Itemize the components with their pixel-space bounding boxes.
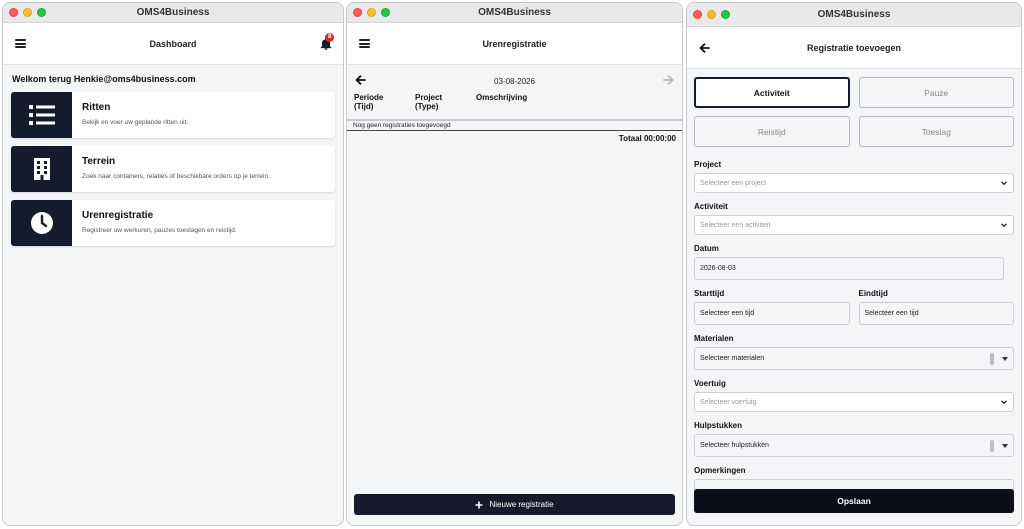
column-header-project: Project (Type): [415, 93, 443, 111]
window-titlebar: OMS4Business: [347, 3, 682, 23]
add-registration-window: OMS4Business Registratie toevoegen Activ…: [686, 2, 1022, 526]
hulpstukken-label: Hulpstukken: [694, 421, 743, 430]
window-controls: [693, 3, 730, 26]
card-urenregistratie[interactable]: Urenregistratie Registreer uw werkuren, …: [11, 200, 335, 246]
clock-icon: [30, 212, 53, 234]
bell-icon: 8: [319, 32, 335, 51]
window-controls: [353, 3, 390, 22]
hamburger-icon: [359, 39, 370, 48]
window-title: OMS4Business: [478, 7, 551, 18]
card-title: Urenregistratie: [82, 210, 154, 221]
previous-day-button[interactable]: [355, 72, 366, 90]
current-date: 03-08-2026: [494, 76, 535, 86]
total-hours: Totaal 00:00:00: [618, 134, 676, 143]
window-title: OMS4Business: [817, 9, 891, 20]
activiteit-select[interactable]: Selecteer een activiteit: [694, 215, 1014, 235]
tab-reistijd[interactable]: Reistijd: [694, 116, 850, 147]
back-button[interactable]: [699, 27, 710, 68]
chevron-down-icon: [1001, 181, 1007, 186]
close-window-button[interactable]: [353, 8, 362, 17]
separator: [990, 439, 994, 452]
page-title: Registratie toevoegen: [806, 42, 902, 53]
card-title: Terrein: [82, 156, 116, 167]
caret-down-icon: [1002, 356, 1008, 361]
starttijd-label: Starttijd: [694, 289, 725, 298]
window-titlebar: OMS4Business: [687, 3, 1021, 27]
new-registration-label: Nieuwe registratie: [489, 500, 554, 509]
card-icon-box: [11, 92, 72, 138]
tab-toeslag[interactable]: Toeslag: [858, 116, 1014, 147]
new-registration-button[interactable]: Nieuwe registratie: [354, 494, 675, 515]
separator: [990, 352, 994, 365]
card-icon-box: [11, 200, 72, 246]
card-terrein[interactable]: Terrein Zoek naar containers, relaties o…: [11, 146, 335, 192]
project-label: Project: [694, 160, 722, 169]
arrow-left-icon: [355, 75, 366, 85]
window-title: OMS4Business: [136, 7, 210, 18]
datum-label: Datum: [694, 244, 719, 253]
time-row: Starttijd Selecteer een tijd Eindtijd Se…: [694, 280, 1014, 325]
chevron-down-icon: [1001, 400, 1007, 405]
materialen-label: Materialen: [694, 334, 734, 343]
activiteit-label: Activiteit: [694, 202, 728, 211]
card-description: Zoek naar containers, relaties of beschi…: [82, 173, 270, 180]
chevron-down-icon: [1001, 223, 1007, 228]
page-title: Dashboard: [149, 38, 197, 49]
card-description: Registreer uw werkuren, pauzes toeslagen…: [82, 227, 237, 234]
plus-icon: [475, 501, 483, 508]
minimize-window-button[interactable]: [367, 8, 376, 17]
list-icon: [28, 105, 55, 125]
voertuig-label: Voertuig: [694, 379, 726, 388]
building-icon: [33, 158, 50, 180]
window-titlebar: OMS4Business: [3, 3, 343, 23]
materialen-multiselect[interactable]: Selecteer materialen: [694, 347, 1014, 370]
opmerkingen-label: Opmerkingen: [694, 466, 746, 475]
card-ritten[interactable]: Ritten Bekijk en voer uw geplande ritten…: [11, 92, 335, 138]
window-controls: [9, 3, 46, 22]
tab-pauze[interactable]: Pauze: [858, 77, 1014, 108]
notification-badge: 8: [325, 32, 335, 42]
minimize-window-button[interactable]: [23, 8, 32, 17]
minimize-window-button[interactable]: [707, 10, 716, 19]
registration-form: Project Selecteer een project Activiteit…: [687, 160, 1021, 499]
project-select[interactable]: Selecteer een project: [694, 173, 1014, 193]
dashboard-window: OMS4Business Dashboard 8 Welkom terug He…: [2, 2, 344, 526]
notifications-button[interactable]: 8: [319, 23, 335, 64]
eindtijd-label: Eindtijd: [858, 289, 888, 298]
next-day-button[interactable]: [663, 72, 674, 90]
eindtijd-field[interactable]: Selecteer een tijd: [858, 302, 1014, 325]
hours-window: OMS4Business Urenregistratie 03-08-2026 …: [346, 2, 683, 526]
maximize-window-button[interactable]: [37, 8, 46, 17]
hamburger-icon: [15, 39, 26, 48]
arrow-right-icon: [663, 75, 674, 85]
close-window-button[interactable]: [693, 10, 702, 19]
date-navigator: 03-08-2026: [347, 69, 682, 93]
save-button[interactable]: Opslaan: [694, 489, 1014, 513]
card-icon-box: [11, 146, 72, 192]
maximize-window-button[interactable]: [381, 8, 390, 17]
empty-state-text: Nog geen registraties toegevoegd: [347, 121, 682, 131]
app-bar: Registratie toevoegen: [687, 27, 1021, 69]
registration-type-tabs: Activiteit Pauze Reistijd Toeslag: [687, 69, 1021, 147]
column-header-periode: Periode (Tijd): [354, 93, 384, 111]
maximize-window-button[interactable]: [721, 10, 730, 19]
page-title: Urenregistratie: [482, 38, 547, 49]
menu-button[interactable]: [359, 23, 370, 64]
column-header-omschrijving: Omschrijving: [476, 93, 528, 102]
voertuig-select[interactable]: Selecteer voertuig: [694, 392, 1014, 412]
arrow-left-icon: [699, 42, 710, 53]
datum-field[interactable]: 2026-08-03: [694, 257, 1004, 280]
welcome-text: Welkom terug Henkie@oms4business.com: [12, 74, 196, 84]
card-title: Ritten: [82, 102, 111, 113]
app-bar: Dashboard 8: [3, 23, 343, 65]
close-window-button[interactable]: [9, 8, 18, 17]
caret-down-icon: [1002, 443, 1008, 448]
app-bar: Urenregistratie: [347, 23, 682, 65]
starttijd-field[interactable]: Selecteer een tijd: [694, 302, 850, 325]
menu-button[interactable]: [15, 23, 26, 64]
table-header: Periode (Tijd) Project (Type) Omschrijving: [347, 93, 682, 119]
card-description: Bekijk en voer uw geplande ritten uit.: [82, 119, 189, 126]
hulpstukken-multiselect[interactable]: Selecteer hulpstukken: [694, 434, 1014, 457]
tab-activiteit[interactable]: Activiteit: [694, 77, 850, 108]
